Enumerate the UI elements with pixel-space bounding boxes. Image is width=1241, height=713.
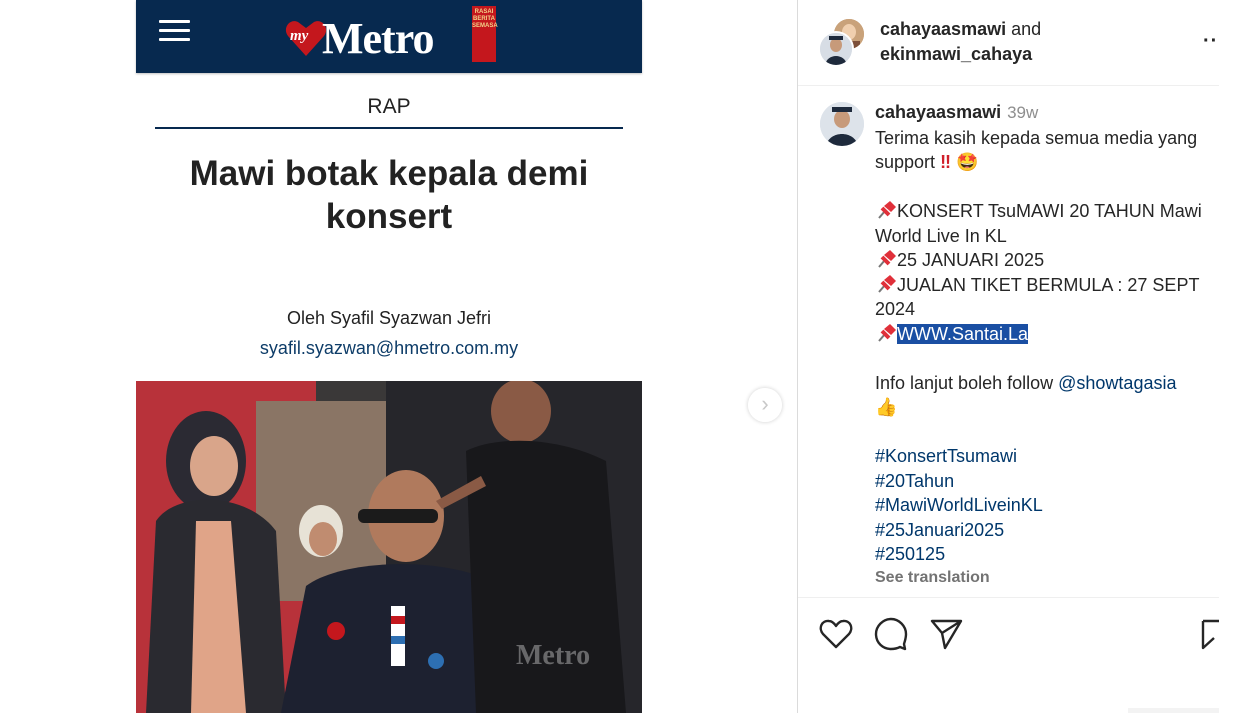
and-text: and xyxy=(1011,19,1042,39)
article-email: syafil.syazwan@hmetro.com.my xyxy=(259,338,519,358)
pushpin-emoji-icon xyxy=(878,323,896,342)
post-media-area: my Metro RASAI BERITA SEMASA RAP Mawi bo… xyxy=(0,0,797,713)
thumbs-up-emoji-icon: 👍 xyxy=(875,397,898,417)
more-options-icon[interactable]: ·· xyxy=(1203,30,1218,53)
photo-watermark: Metro xyxy=(516,640,590,671)
mention-link[interactable]: @showtagasia xyxy=(1058,373,1176,393)
comment-box-edge xyxy=(1128,708,1219,713)
caption-text: cahayaasmawi 39w Terima kasih kepada semu… xyxy=(875,100,1215,587)
metro-header-bar: my Metro RASAI BERITA SEMASA xyxy=(136,0,642,73)
hashtag-link[interactable]: #MawiWorldLiveinKL xyxy=(875,495,1043,515)
post-details-panel: cahayaasmawi and ekinmawi_cahaya ·· caha… xyxy=(797,0,1219,713)
hamburger-icon xyxy=(159,20,190,42)
exclamation-emoji-icon: ‼ xyxy=(940,152,951,172)
send-icon[interactable] xyxy=(928,616,964,652)
hashtag-link[interactable]: #250125 xyxy=(875,544,945,564)
post-time[interactable]: 39w xyxy=(1007,103,1038,122)
pushpin-emoji-icon xyxy=(878,274,896,293)
section-divider xyxy=(155,127,623,129)
post-action-bar xyxy=(798,597,1219,668)
pushpin-emoji-icon xyxy=(878,201,896,219)
caption-username[interactable]: cahayaasmawi xyxy=(875,102,1001,122)
caption-info: Info lanjut boleh follow xyxy=(875,372,1054,393)
bookmark-icon[interactable] xyxy=(1200,616,1219,652)
hashtag-link[interactable]: #25Januari2025 xyxy=(875,520,1004,540)
heart-icon[interactable] xyxy=(818,616,854,652)
caption-line-1: Terima kasih kepada semua media yang sup… xyxy=(875,127,1198,173)
author-link-1[interactable]: cahayaasmawi xyxy=(880,19,1006,39)
hashtag-link[interactable]: #20Tahun xyxy=(875,471,954,491)
see-translation-button[interactable]: See translation xyxy=(875,569,990,586)
section-label: RAP xyxy=(367,95,411,118)
star-eyes-emoji-icon: 🤩 xyxy=(955,152,979,172)
avatar[interactable] xyxy=(820,102,864,146)
caption-item-2: 25 JANUARI 2025 xyxy=(897,250,1045,270)
logo-metro-text: Metro xyxy=(322,14,434,63)
article-photo: Metro xyxy=(136,381,642,713)
comment-icon[interactable] xyxy=(873,616,909,652)
collab-avatars[interactable] xyxy=(818,17,866,67)
caption-item-4-selected[interactable]: WWW.Santai.La xyxy=(897,323,1029,344)
chevron-right-icon: › xyxy=(761,391,769,416)
article-headline: Mawi botak kepala demi konsert xyxy=(189,154,589,236)
author-link-2[interactable]: ekinmawi_cahaya xyxy=(880,44,1032,64)
logo-flag: RASAI BERITA SEMASA xyxy=(472,6,498,62)
caption-item-1: KONSERT TsuMAWI 20 TAHUN Mawi World Live… xyxy=(875,201,1202,246)
post-authors: cahayaasmawi and ekinmawi_cahaya xyxy=(880,17,1041,67)
metro-logo: my Metro RASAI BERITA SEMASA xyxy=(284,6,498,66)
haircut-photo-illustration: Metro xyxy=(136,381,642,713)
caption-item-3: JUALAN TIKET BERMULA : 27 SEPT 2024 xyxy=(875,274,1200,320)
hashtag-link[interactable]: #KonsertTsumawi xyxy=(875,446,1017,466)
news-article-image: my Metro RASAI BERITA SEMASA RAP Mawi bo… xyxy=(136,0,642,713)
avatar xyxy=(818,31,854,67)
post-header: cahayaasmawi and ekinmawi_cahaya ·· xyxy=(798,0,1219,86)
pushpin-emoji-icon xyxy=(878,250,896,268)
next-slide-button[interactable]: › xyxy=(748,388,782,422)
logo-my-text: my xyxy=(290,28,309,44)
article-byline: Oleh Syafil Syazwan Jefri xyxy=(286,308,492,328)
